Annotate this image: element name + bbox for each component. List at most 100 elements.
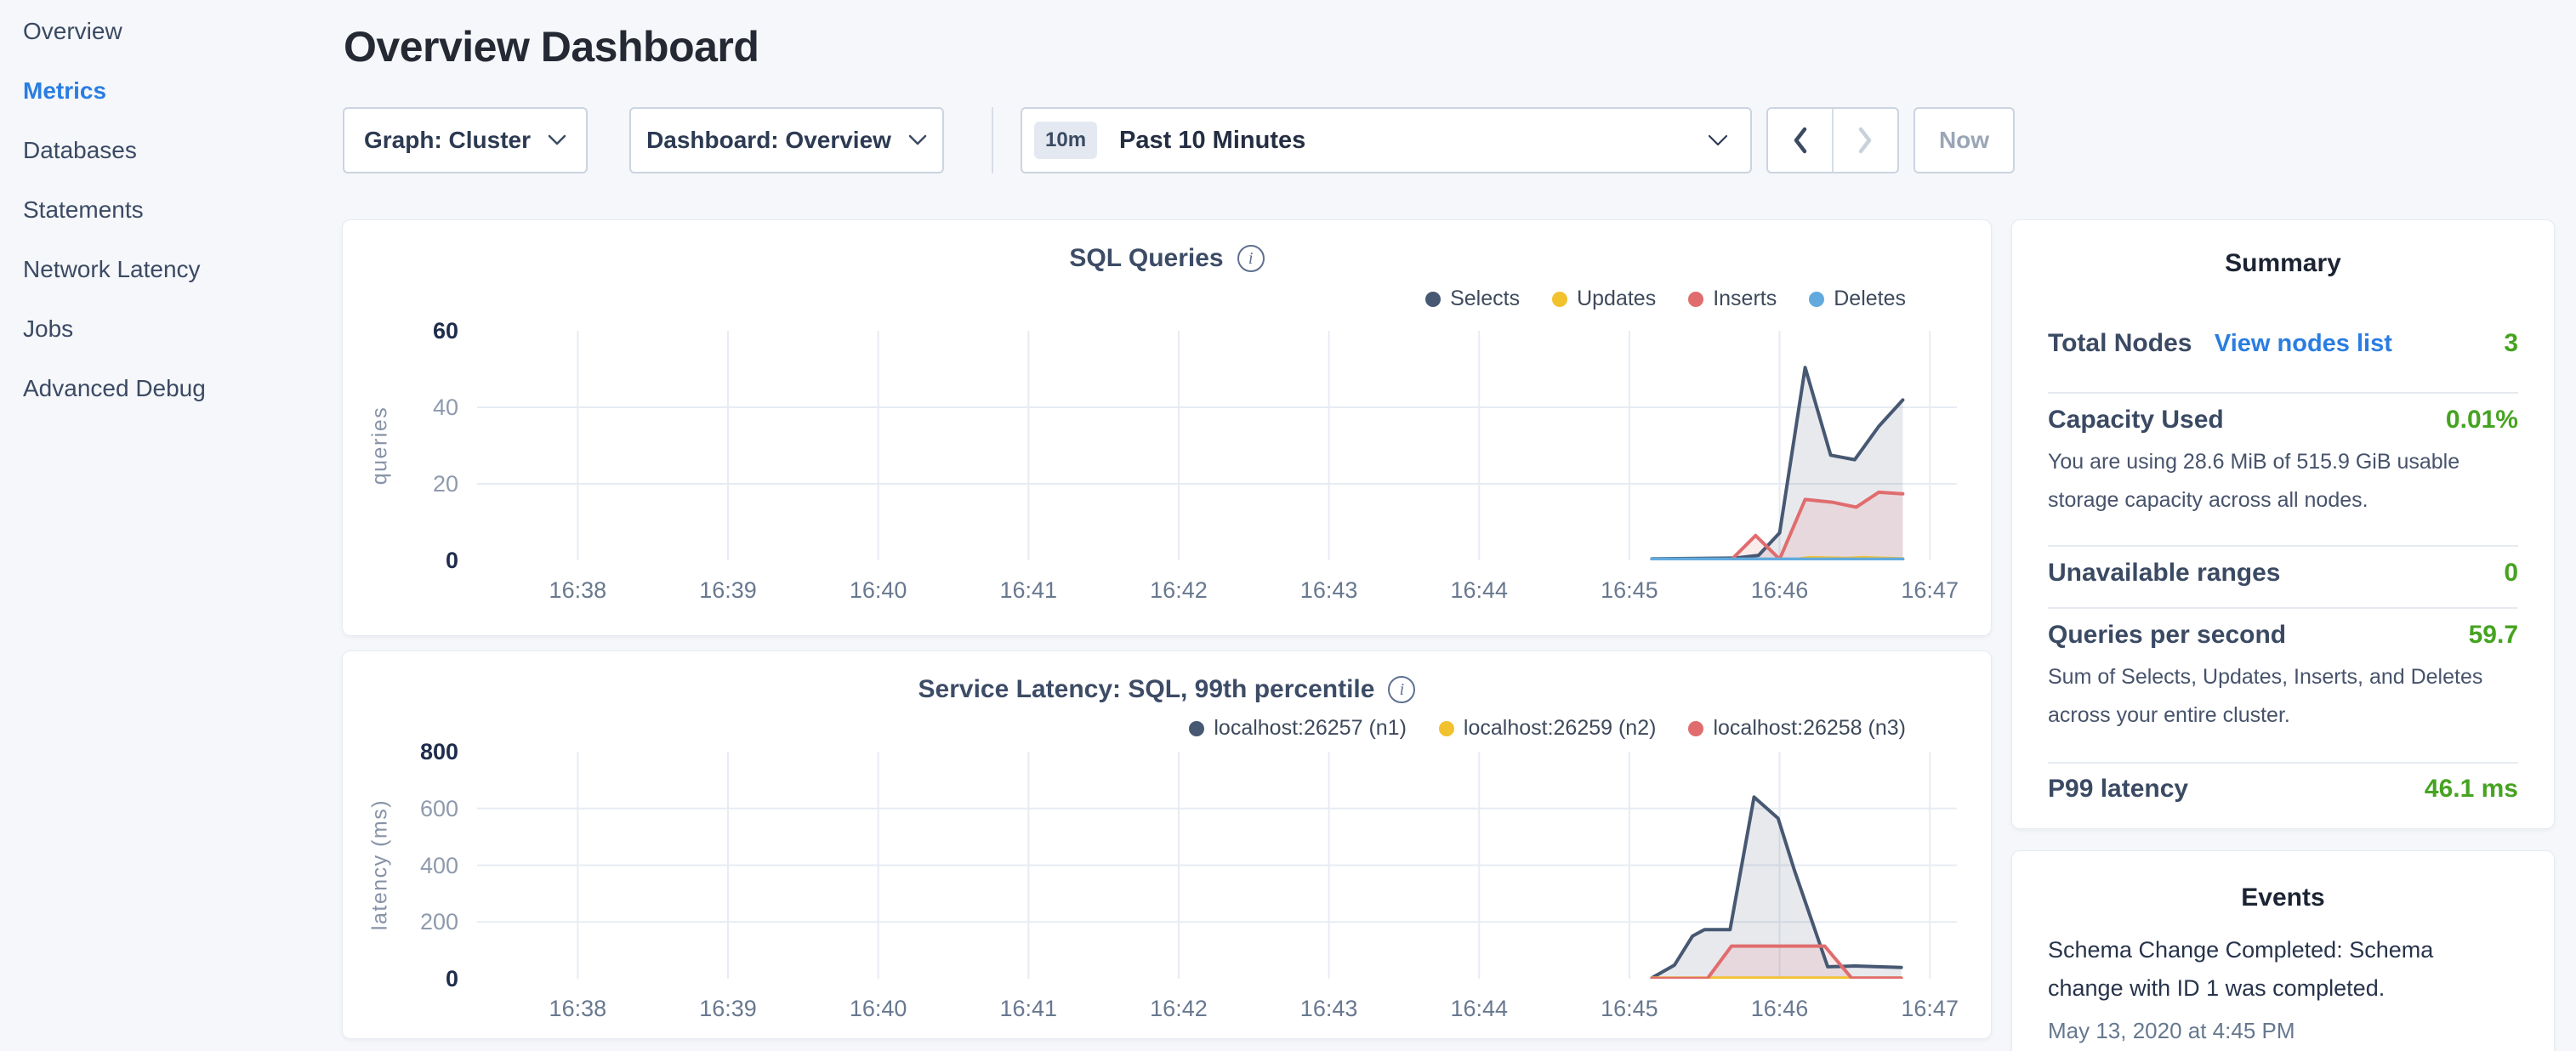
legend-item[interactable]: Updates: [1552, 287, 1656, 311]
legend-dot-icon: [1189, 721, 1204, 736]
p99-latency-label: P99 latency: [2048, 775, 2188, 804]
y-axis-tick: 200: [365, 907, 458, 936]
legend-dot-icon: [1425, 292, 1441, 307]
unavailable-ranges-value: 0: [2504, 559, 2518, 588]
sidebar-item-metrics[interactable]: Metrics: [0, 61, 340, 121]
time-range-picker[interactable]: 10m Past 10 Minutes: [1021, 107, 1752, 173]
view-nodes-list-link[interactable]: View nodes list: [2215, 330, 2392, 357]
sidebar-item-jobs[interactable]: Jobs: [0, 299, 340, 359]
sql-queries-chart-card: SQL Queries i Selects Updates Inserts Delet…: [342, 219, 1992, 636]
summary-heading: Summary: [2012, 249, 2554, 278]
x-axis-tick: 16:45: [1570, 994, 1689, 1023]
x-axis-tick: 16:44: [1419, 994, 1538, 1023]
legend-label: Selects: [1450, 287, 1520, 311]
chart-legend: Selects Updates Inserts Deletes: [1425, 287, 1906, 311]
legend-label: localhost:26257 (n1): [1214, 716, 1407, 741]
sidebar-item-statements[interactable]: Statements: [0, 180, 340, 240]
service-latency-chart-card: Service Latency: SQL, 99th percentile i …: [342, 650, 1992, 1039]
x-axis-tick: 16:46: [1720, 576, 1840, 605]
legend-item[interactable]: localhost:26259 (n2): [1439, 716, 1657, 741]
chevron-down-icon: [908, 134, 927, 146]
chevron-left-icon: [1792, 127, 1809, 154]
legend-dot-icon: [1688, 721, 1703, 736]
page-title: Overview Dashboard: [344, 22, 759, 71]
sidebar-item-databases[interactable]: Databases: [0, 121, 340, 180]
events-panel: Events Schema Change Completed: Schema c…: [2011, 850, 2555, 1051]
x-axis-tick: 16:41: [969, 576, 1088, 605]
next-time-button[interactable]: [1834, 109, 1897, 172]
event-message[interactable]: Schema Change Completed: Schema change w…: [2048, 931, 2456, 1008]
x-axis-tick: 16:43: [1270, 576, 1389, 605]
x-axis-tick: 16:46: [1720, 994, 1840, 1023]
x-axis-tick: 16:41: [969, 994, 1088, 1023]
p99-latency-value: 46.1 ms: [2425, 775, 2518, 804]
now-button-label: Now: [1939, 127, 1989, 154]
x-axis-tick: 16:40: [819, 576, 938, 605]
legend-item[interactable]: Selects: [1425, 287, 1520, 311]
x-axis-tick: 16:42: [1119, 576, 1238, 605]
graph-scope-dropdown[interactable]: Graph: Cluster: [343, 107, 588, 173]
service-latency-plot-area[interactable]: [477, 752, 1957, 979]
x-axis-tick: 16:42: [1119, 994, 1238, 1023]
legend-label: Deletes: [1834, 287, 1906, 311]
capacity-used-label: Capacity Used: [2048, 406, 2224, 435]
dashboard-dropdown[interactable]: Dashboard: Overview: [629, 107, 944, 173]
x-axis-tick: 16:38: [518, 576, 637, 605]
events-heading: Events: [2012, 883, 2554, 912]
summary-row-total-nodes: Total Nodes View nodes list 3: [2048, 329, 2518, 358]
chart-title: Service Latency: SQL, 99th percentile: [918, 675, 1375, 704]
chart-title: SQL Queries: [1069, 244, 1223, 273]
y-axis-tick: 60: [365, 316, 458, 345]
capacity-used-value: 0.01%: [2446, 406, 2518, 435]
event-timestamp: May 13, 2020 at 4:45 PM: [2048, 1018, 2295, 1044]
controls-divider: [992, 107, 993, 173]
capacity-used-description: You are using 28.6 MiB of 515.9 GiB usab…: [2048, 443, 2522, 520]
summary-divider: [2048, 762, 2518, 764]
legend-dot-icon: [1809, 292, 1824, 307]
chart-canvas[interactable]: [477, 752, 1957, 979]
queries-per-second-label: Queries per second: [2048, 621, 2286, 650]
legend-item[interactable]: localhost:26258 (n3): [1688, 716, 1906, 741]
summary-divider: [2048, 607, 2518, 609]
legend-item[interactable]: Deletes: [1809, 287, 1906, 311]
time-step-buttons: [1766, 107, 1899, 173]
y-axis-tick: 0: [365, 546, 458, 575]
legend-item[interactable]: localhost:26257 (n1): [1189, 716, 1407, 741]
chart-canvas[interactable]: [477, 331, 1957, 560]
graph-scope-label: Graph: Cluster: [364, 127, 531, 154]
sidebar-item-network-latency[interactable]: Network Latency: [0, 240, 340, 299]
x-axis-tick: 16:47: [1870, 576, 1989, 605]
time-range-label: Past 10 Minutes: [1119, 127, 1708, 155]
x-axis-tick: 16:39: [668, 994, 788, 1023]
legend-label: Inserts: [1713, 287, 1777, 311]
total-nodes-value: 3: [2504, 329, 2518, 358]
legend-dot-icon: [1552, 292, 1567, 307]
sidebar-nav-list: Overview Metrics Databases Statements Ne…: [0, 0, 340, 418]
unavailable-ranges-label: Unavailable ranges: [2048, 559, 2280, 588]
now-button[interactable]: Now: [1914, 107, 2015, 173]
legend-label: localhost:26259 (n2): [1464, 716, 1657, 741]
chart-title-row: SQL Queries i: [343, 244, 1991, 273]
summary-row-unavailable-ranges: Unavailable ranges 0: [2048, 559, 2518, 588]
sidebar-item-overview[interactable]: Overview: [0, 2, 340, 61]
summary-divider: [2048, 545, 2518, 547]
sidebar-item-advanced-debug[interactable]: Advanced Debug: [0, 359, 340, 418]
sql-queries-plot-area[interactable]: [477, 331, 1957, 560]
legend-item[interactable]: Inserts: [1688, 287, 1777, 311]
prev-time-button[interactable]: [1768, 109, 1832, 172]
x-axis-tick: 16:44: [1419, 576, 1538, 605]
info-icon[interactable]: i: [1388, 676, 1415, 703]
summary-panel: Summary Total Nodes View nodes list 3 Ca…: [2011, 219, 2555, 829]
time-range-badge: 10m: [1034, 122, 1097, 159]
y-axis-tick: 40: [365, 393, 458, 422]
x-axis-tick: 16:39: [668, 576, 788, 605]
y-axis-tick: 400: [365, 851, 458, 880]
chevron-down-icon: [548, 134, 566, 146]
queries-per-second-value: 59.7: [2469, 621, 2518, 650]
y-axis-tick: 600: [365, 794, 458, 823]
legend-dot-icon: [1688, 292, 1703, 307]
y-axis-tick: 0: [365, 964, 458, 993]
queries-per-second-description: Sum of Selects, Updates, Inserts, and De…: [2048, 658, 2522, 735]
summary-divider: [2048, 392, 2518, 394]
info-icon[interactable]: i: [1237, 245, 1265, 272]
